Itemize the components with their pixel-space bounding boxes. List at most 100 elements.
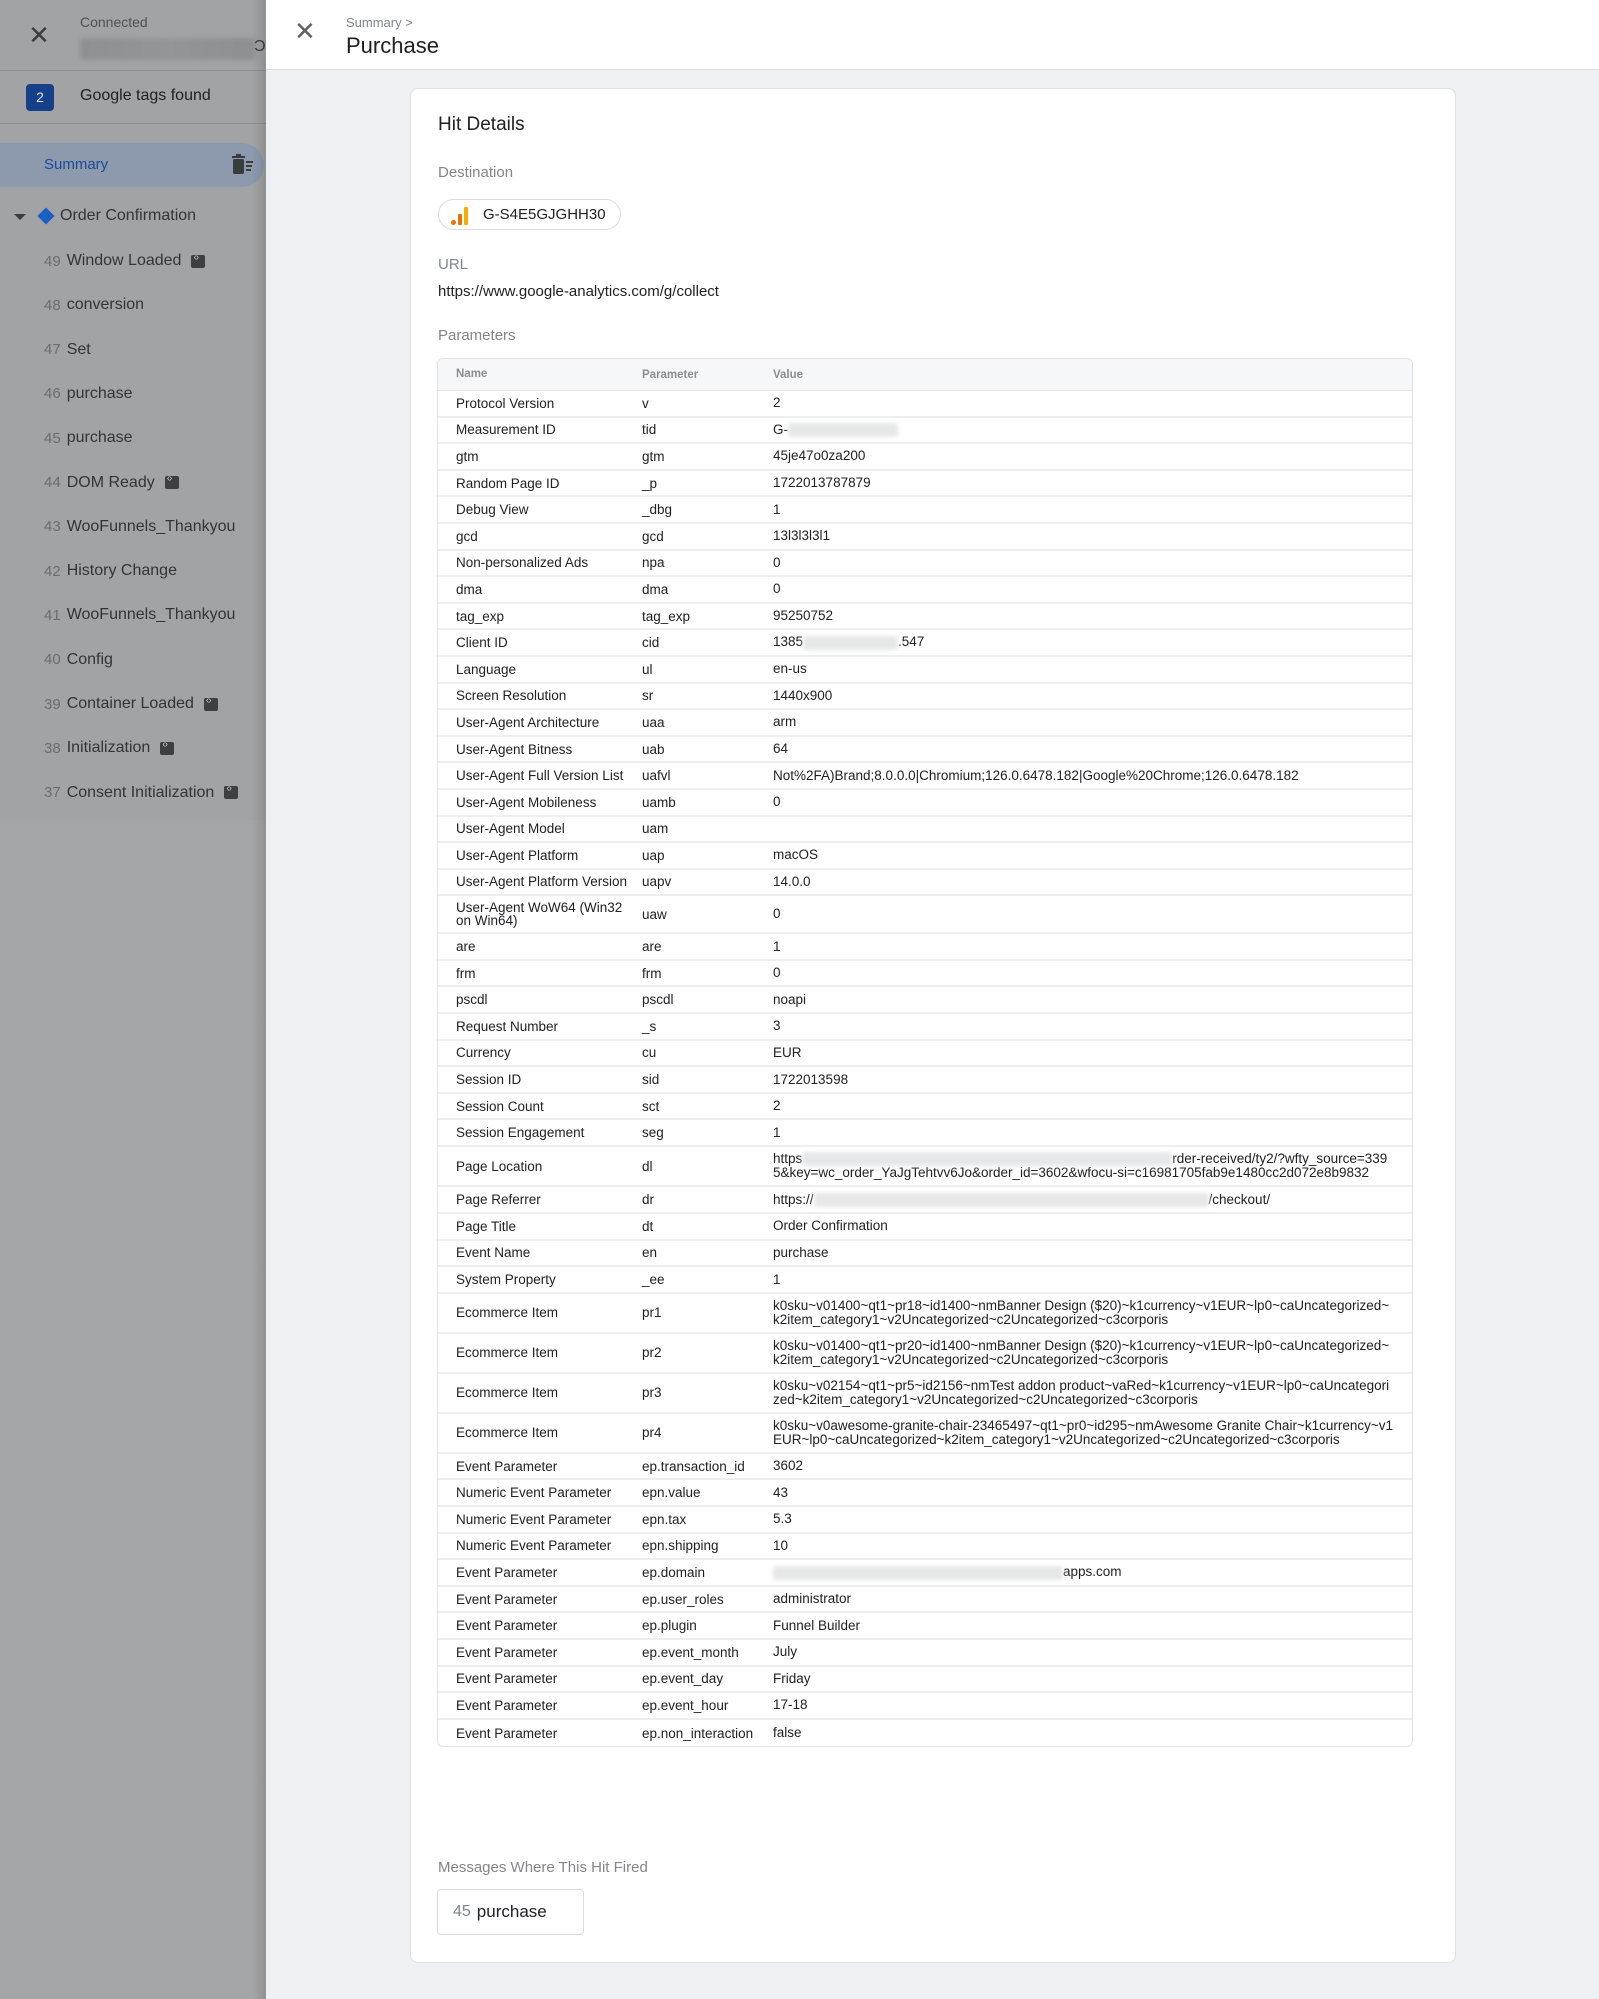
sidebar-item[interactable]: 46 purchase xyxy=(44,383,133,405)
message-label: WooFunnels_Thankyou xyxy=(66,517,236,535)
param-value: Not%2FA)Brand;8.0.0.0|Chromium;126.0.647… xyxy=(773,767,1299,783)
table-row: Currency cu EUR xyxy=(438,1041,1412,1068)
close-icon[interactable]: ✕ xyxy=(294,18,316,44)
url-value: https://www.google-analytics.com/g/colle… xyxy=(438,283,719,300)
param-value: 0 xyxy=(773,554,781,570)
param-name: Ecommerce Item xyxy=(456,1425,559,1441)
sidebar: ✕ Connected Ͻ 2 Google tags found Summar… xyxy=(0,0,266,1999)
table-row: Numeric Event Parameter epn.tax 5.3 xyxy=(438,1507,1412,1534)
param-key: _dbg xyxy=(642,502,673,518)
param-name: Page Location xyxy=(456,1158,543,1174)
param-value: Friday xyxy=(773,1670,811,1686)
table-row: System Property _ee 1 xyxy=(438,1267,1412,1294)
sidebar-item[interactable]: 45 purchase xyxy=(44,427,133,449)
table-row: Protocol Version v 2 xyxy=(438,391,1412,418)
table-row: Session Count sct 2 xyxy=(438,1094,1412,1121)
param-value: 1 xyxy=(773,1124,781,1140)
sidebar-group-order-confirmation[interactable]: Order Confirmation xyxy=(14,207,196,225)
param-key: tag_exp xyxy=(642,608,691,624)
redacted-value xyxy=(803,635,899,650)
param-name: Event Parameter xyxy=(456,1458,558,1474)
message-number: 45 xyxy=(44,429,61,447)
close-icon[interactable]: ✕ xyxy=(26,22,52,48)
param-key: are xyxy=(642,939,662,955)
param-value-suffix: apps.com xyxy=(1063,1564,1122,1580)
param-name: User-Agent Architecture xyxy=(456,714,600,730)
sidebar-item[interactable]: 39 Container Loaded xyxy=(44,693,218,715)
sidebar-item[interactable]: 47 Set xyxy=(44,339,91,361)
param-name: Protocol Version xyxy=(456,395,555,411)
param-value: 1440x900 xyxy=(773,687,833,703)
param-name: Debug View xyxy=(456,502,529,518)
built-in-event-icon xyxy=(191,252,206,268)
param-key: epn.shipping xyxy=(642,1538,719,1554)
param-name: Event Parameter xyxy=(456,1591,558,1607)
table-row: Page Title dt Order Confirmation xyxy=(438,1214,1412,1241)
messages-label: Messages Where This Hit Fired xyxy=(438,1859,648,1876)
param-value: 17-18 xyxy=(773,1697,808,1713)
param-value: 1722013598 xyxy=(773,1071,849,1087)
param-key: ul xyxy=(642,661,653,677)
sidebar-item[interactable]: 41 WooFunnels_Thankyou xyxy=(44,604,235,626)
message-label: Set xyxy=(66,340,91,358)
sidebar-item[interactable]: 42 History Change xyxy=(44,560,177,582)
param-value: k0sku~v0awesome-granite-chair-23465497~q… xyxy=(773,1417,1393,1447)
param-key: pr4 xyxy=(642,1425,662,1441)
param-name: User-Agent Mobileness xyxy=(456,794,597,810)
table-row: Debug View _dbg 1 xyxy=(438,497,1412,524)
param-value-text: 1385 xyxy=(773,634,804,650)
table-row: Ecommerce Item pr4 k0sku~v0awesome-granite… xyxy=(438,1414,1412,1454)
param-name: Page Title xyxy=(456,1218,517,1234)
table-row: Numeric Event Parameter epn.value 43 xyxy=(438,1480,1412,1508)
sidebar-item[interactable]: 48 conversion xyxy=(44,294,144,316)
param-key: ep.user_roles xyxy=(642,1591,724,1607)
divider xyxy=(0,123,266,124)
message-label: WooFunnels_Thankyou xyxy=(66,606,236,624)
sidebar-item-summary[interactable]: Summary xyxy=(0,143,264,187)
param-name: Page Referrer xyxy=(456,1192,541,1208)
column-header-name: Name xyxy=(456,368,488,380)
param-value: 1722013787879 xyxy=(773,475,871,491)
param-name: dma xyxy=(456,581,483,597)
sidebar-item[interactable]: 49 Window Loaded xyxy=(44,250,206,272)
param-value: 14.0.0 xyxy=(773,873,811,889)
table-row: User-Agent Full Version List uafvl Not%2FA… xyxy=(438,763,1412,790)
table-row: Ecommerce Item pr3 k0sku~v02154~qt1~pr5~id… xyxy=(438,1374,1412,1414)
breadcrumb[interactable]: Summary > xyxy=(346,15,413,30)
param-name: Client ID xyxy=(456,635,508,651)
sidebar-item[interactable]: 44 DOM Ready xyxy=(44,472,179,494)
message-number: 37 xyxy=(44,784,61,802)
param-key: dt xyxy=(642,1218,654,1234)
caret-down-icon[interactable] xyxy=(14,214,26,220)
param-key: ep.plugin xyxy=(642,1618,697,1634)
redacted-value xyxy=(813,1192,1209,1207)
sidebar-item[interactable]: 40 Config xyxy=(44,649,113,671)
table-row: Event Parameter ep.event_day Friday xyxy=(438,1667,1412,1694)
message-chip[interactable]: 45 purchase xyxy=(437,1889,584,1935)
tags-found-label[interactable]: Google tags found xyxy=(80,87,211,105)
destination-chip[interactable]: G-S4E5GJGHH30 xyxy=(438,199,621,230)
param-key: cid xyxy=(642,635,660,651)
table-row: Page Location dl https rder-received/ty2/?w… xyxy=(438,1147,1412,1188)
message-number: 45 xyxy=(453,1903,471,1920)
param-value: G- xyxy=(773,422,1412,438)
param-name: Session Engagement xyxy=(456,1125,585,1141)
param-key: dl xyxy=(642,1158,653,1174)
param-name: Numeric Event Parameter xyxy=(456,1538,612,1554)
message-label: History Change xyxy=(66,562,177,580)
param-key: ep.event_day xyxy=(642,1671,724,1687)
param-value: 0 xyxy=(773,906,781,922)
param-name: Currency xyxy=(456,1045,511,1061)
sidebar-item[interactable]: 38 Initialization xyxy=(44,737,175,759)
param-name: Event Parameter xyxy=(456,1618,558,1634)
sidebar-item[interactable]: 37 Consent Initialization xyxy=(44,782,239,804)
table-row: User-Agent Model uam xyxy=(438,817,1412,844)
param-value: July xyxy=(773,1644,798,1660)
table-row: User-Agent Bitness uab 64 xyxy=(438,737,1412,764)
table-row: Event Parameter ep.event_hour 17-18 xyxy=(438,1693,1412,1720)
param-value: Funnel Builder xyxy=(773,1617,861,1633)
sidebar-item[interactable]: 43 WooFunnels_Thankyou xyxy=(44,516,235,538)
param-key: sid xyxy=(642,1072,660,1088)
table-row: Page Referrer dr https:// /checkout/ xyxy=(438,1187,1412,1215)
param-name: Numeric Event Parameter xyxy=(456,1511,612,1527)
